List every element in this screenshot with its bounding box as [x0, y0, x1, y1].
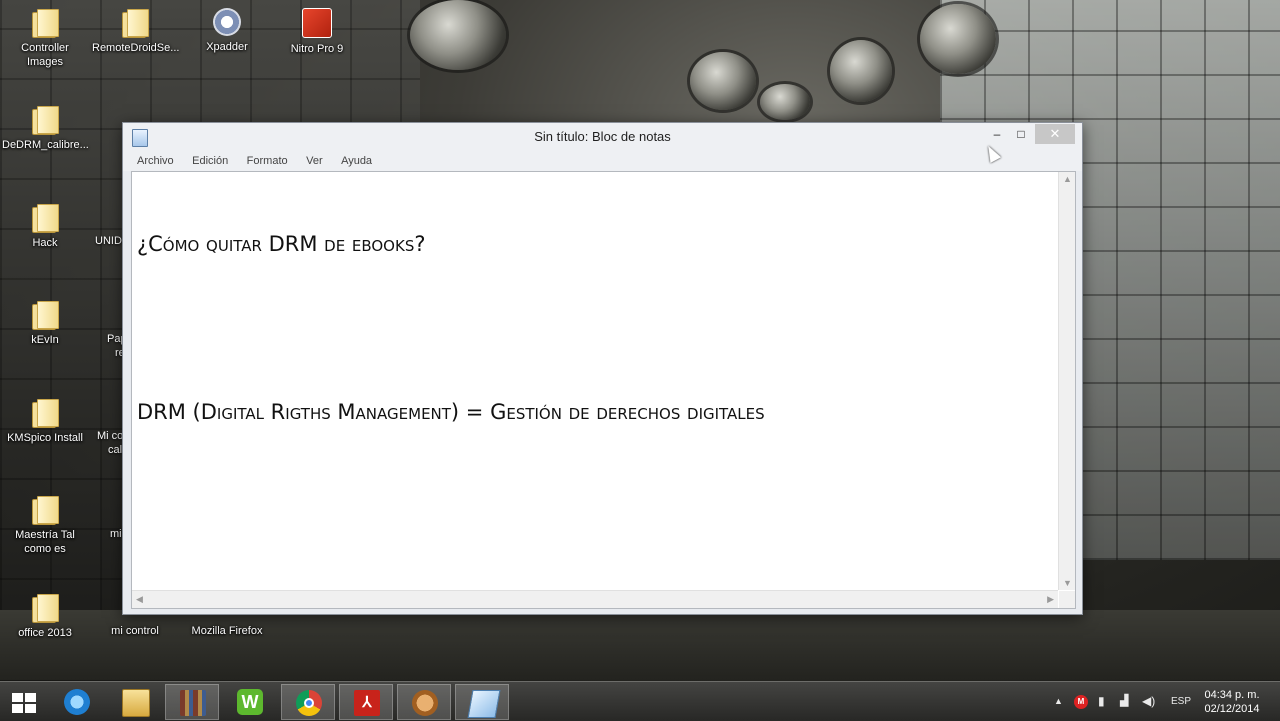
- taskbar-chrome[interactable]: [281, 684, 335, 720]
- xpadder-icon: [213, 8, 241, 36]
- text-line: ¿Cómo quitar DRM de ebooks?: [137, 232, 426, 256]
- text-line: DRM (Digital Rigths Management) = Gestió…: [137, 400, 765, 424]
- vertical-scrollbar[interactable]: ▲ ▼: [1058, 172, 1075, 590]
- text-line: [137, 314, 1047, 342]
- desktop-icon-label: Nitro Pro 9: [290, 43, 344, 55]
- taskbar-notepad[interactable]: [455, 684, 509, 720]
- start-button[interactable]: [0, 684, 48, 720]
- horizontal-scrollbar[interactable]: ◀ ▶: [132, 590, 1058, 608]
- scroll-up-icon[interactable]: ▲: [1063, 174, 1072, 184]
- desktop-icon-label: DeDRM_calibre...: [2, 139, 89, 151]
- partial-label: UNID: [95, 235, 122, 247]
- taskbar-w-app[interactable]: W: [223, 684, 277, 720]
- taskbar-acrobat[interactable]: ⅄: [339, 684, 393, 720]
- desktop-icon-label: Controller Images: [21, 42, 69, 68]
- desktop-icon-label: RemoteDroidSe...: [92, 42, 180, 54]
- desktop-icon-label: office 2013: [18, 627, 72, 639]
- desktop-icon-label: mi control: [111, 625, 159, 637]
- desktop-icon-label: kEvIn: [31, 334, 59, 346]
- scroll-left-icon[interactable]: ◀: [136, 594, 143, 605]
- desktop-icon-label: Maestría Tal como es: [15, 529, 75, 555]
- folder-icon: [29, 398, 61, 428]
- windows-logo-icon: [12, 693, 36, 713]
- menu-ver[interactable]: Ver: [306, 152, 323, 167]
- baseball-mitt-icon: [412, 690, 438, 716]
- language-indicator[interactable]: ESP: [1171, 696, 1191, 707]
- wallpaper-lamp: [410, 0, 506, 70]
- scroll-right-icon[interactable]: ▶: [1047, 594, 1054, 605]
- desktop-icon-remotedroid[interactable]: RemoteDroidSe...: [92, 8, 180, 55]
- text-editor[interactable]: ¿Cómo quitar DRM de ebooks? DRM (Digital…: [131, 171, 1076, 609]
- partial-label: Mi co: [97, 430, 124, 442]
- folder-icon: [29, 300, 61, 330]
- desktop-icon-kevin[interactable]: kEvIn: [2, 300, 88, 347]
- notepad-titlebar[interactable]: Sin título: Bloc de notas – □ ✕: [123, 123, 1082, 151]
- network-icon[interactable]: ▟: [1120, 694, 1128, 707]
- folder-icon: [29, 593, 61, 623]
- volume-icon[interactable]: ◀): [1142, 694, 1155, 708]
- menu-ayuda[interactable]: Ayuda: [341, 152, 372, 167]
- taskbar: W ⅄ ▲ M ▮ ▟ ◀) ESP 04:34 p. m. 02/12/201…: [0, 681, 1280, 721]
- editor-content[interactable]: ¿Cómo quitar DRM de ebooks? DRM (Digital…: [137, 174, 1047, 482]
- taskbar-mitt-app[interactable]: [397, 684, 451, 720]
- books-icon: [180, 690, 206, 716]
- window-title: Sin título: Bloc de notas: [534, 129, 671, 144]
- antivirus-icon[interactable]: M: [1074, 695, 1088, 709]
- battery-icon[interactable]: ▮: [1098, 694, 1105, 708]
- taskbar-internet-explorer[interactable]: [50, 684, 104, 720]
- desktop-icon-mi-control[interactable]: mi control: [92, 624, 178, 638]
- desktop-icon-label: Mozilla Firefox: [191, 625, 263, 637]
- partial-label: mi: [110, 528, 122, 540]
- desktop-icon-label: KMSpico Install: [7, 432, 83, 444]
- clock-time: 04:34 p. m.: [1204, 689, 1260, 701]
- wallpaper-floor: [0, 610, 1280, 680]
- clock-date: 02/12/2014: [1204, 703, 1260, 715]
- desktop-icon-dedrm-calibre[interactable]: DeDRM_calibre...: [2, 105, 89, 152]
- menu-archivo[interactable]: Archivo: [137, 152, 174, 167]
- notepad-icon: [467, 690, 501, 718]
- show-hidden-icons[interactable]: ▲: [1054, 696, 1063, 706]
- desktop-icon-controller-images[interactable]: Controller Images: [2, 8, 88, 69]
- desktop-icon-hack[interactable]: Hack: [2, 203, 88, 250]
- menu-edicion[interactable]: Edición: [192, 152, 228, 167]
- desktop-icon-nitro-pro[interactable]: Nitro Pro 9: [274, 8, 360, 56]
- maximize-button[interactable]: □: [1009, 124, 1033, 144]
- nitro-pro-icon: [302, 8, 332, 38]
- folder-icon: [29, 8, 61, 38]
- taskbar-file-explorer[interactable]: [108, 684, 162, 720]
- w-app-icon: W: [237, 689, 263, 715]
- folder-icon: [29, 203, 61, 233]
- desktop-icon-maestria[interactable]: Maestría Tal como es: [2, 495, 88, 556]
- folder-icon: [29, 105, 61, 135]
- desktop-icon-kmspico[interactable]: KMSpico Install: [2, 398, 88, 445]
- chrome-icon: [296, 690, 322, 716]
- folder-icon: [119, 8, 151, 38]
- close-button[interactable]: ✕: [1035, 124, 1075, 144]
- wallpaper-lamp: [920, 4, 996, 74]
- partial-label: cal: [108, 444, 123, 456]
- size-grip[interactable]: [1059, 591, 1075, 608]
- desktop-icon-xpadder[interactable]: Xpadder: [184, 8, 270, 54]
- desktop-icon-label: Xpadder: [206, 41, 248, 53]
- notepad-window[interactable]: Sin título: Bloc de notas – □ ✕ Archivo …: [122, 122, 1083, 615]
- internet-explorer-icon: [64, 689, 90, 715]
- desktop-icon-label: Hack: [32, 237, 58, 249]
- clock[interactable]: 04:34 p. m. 02/12/2014: [1196, 688, 1268, 716]
- scroll-down-icon[interactable]: ▼: [1063, 578, 1072, 588]
- desktop-icon-office-2013[interactable]: office 2013: [2, 593, 88, 640]
- folder-icon: [29, 495, 61, 525]
- acrobat-pdf-icon: ⅄: [354, 690, 380, 716]
- wallpaper-lamp: [690, 52, 756, 110]
- file-explorer-icon: [122, 689, 150, 717]
- minimize-button[interactable]: –: [985, 124, 1009, 144]
- wallpaper-lamp: [760, 84, 810, 120]
- desktop-icon-firefox[interactable]: Mozilla Firefox: [184, 624, 270, 638]
- menu-bar: Archivo Edición Formato Ver Ayuda: [123, 151, 1082, 171]
- wallpaper-lamp: [830, 40, 892, 102]
- taskbar-books[interactable]: [165, 684, 219, 720]
- menu-formato[interactable]: Formato: [247, 152, 288, 167]
